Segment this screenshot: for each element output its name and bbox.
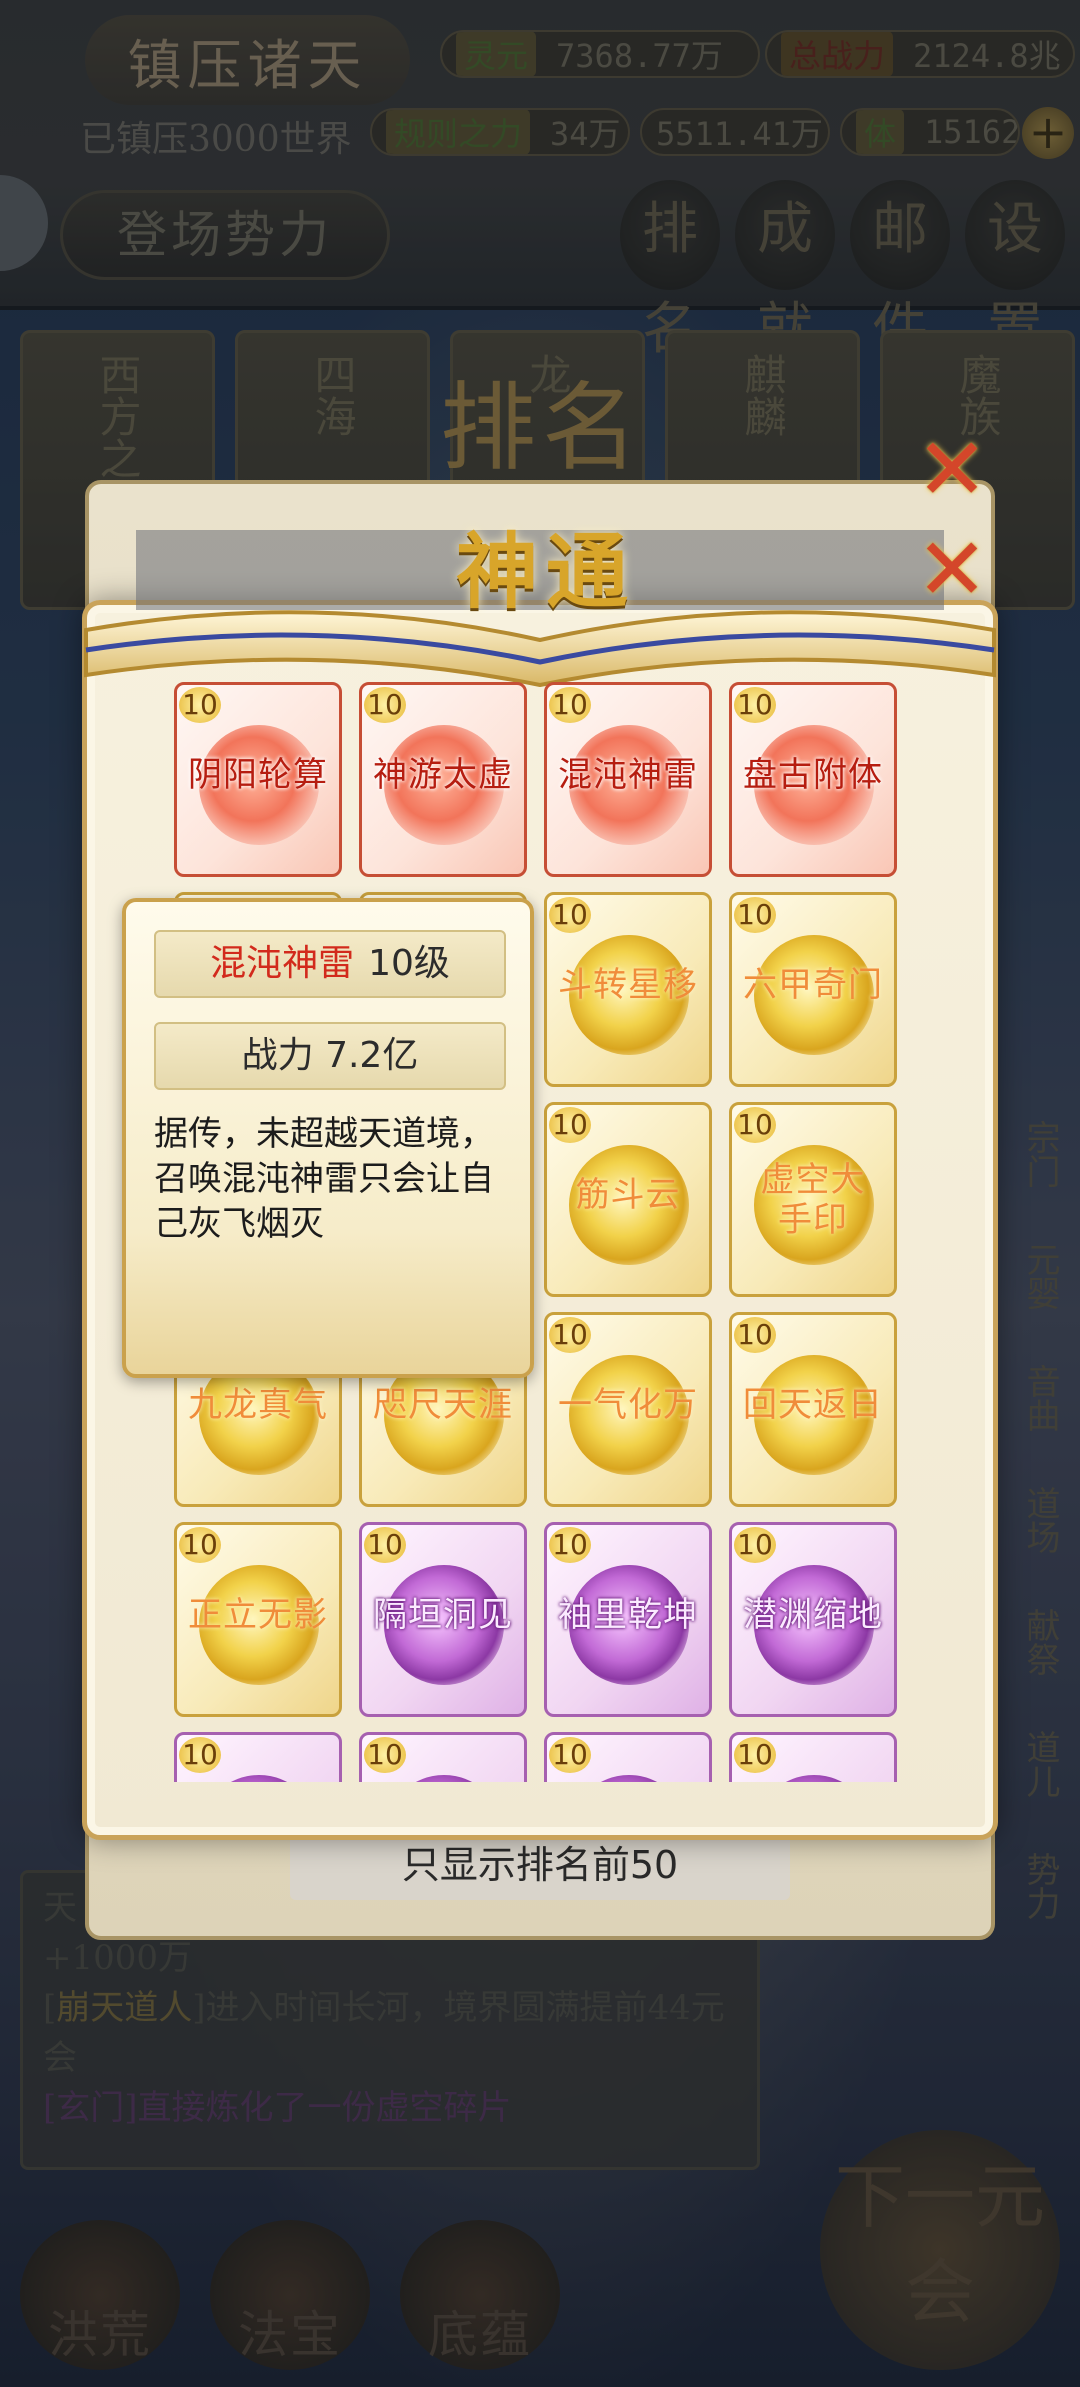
tooltip-header: 混沌神雷 10级 (154, 930, 506, 998)
skill-close-icon[interactable]: ✕ (912, 527, 992, 613)
skill-orb-icon (569, 1775, 689, 1782)
skill-name: 袖里乾坤 (558, 1595, 698, 1635)
skill-level-badge: 10 (549, 687, 591, 723)
skill-name: 神游太虚 (373, 755, 513, 795)
skill-level-badge: 10 (734, 1107, 776, 1143)
skill-name: 六甲奇门 (743, 965, 883, 1005)
tooltip-skill-level: 10级 (368, 943, 450, 984)
skill-level-badge: 10 (179, 687, 221, 723)
skill-card[interactable]: 10 斗转星移 (544, 892, 712, 1087)
skill-card[interactable]: 10 潜渊缩地 (729, 1522, 897, 1717)
skill-name: 一气化万 (558, 1385, 698, 1425)
skill-card[interactable]: 10 虚空大手印 (729, 1102, 897, 1297)
ranking-dialog-title: 排名 (440, 372, 644, 484)
skill-level-badge: 10 (179, 1527, 221, 1563)
skill-level-badge: 10 (549, 1527, 591, 1563)
skill-card[interactable]: 10 筋斗云 (544, 1102, 712, 1297)
skill-card[interactable]: 10 正立无影 (174, 1522, 342, 1717)
skill-level-badge: 10 (549, 897, 591, 933)
skill-level-badge: 10 (734, 687, 776, 723)
skill-name: 斗转星移 (558, 965, 698, 1005)
skill-dialog-title: 神通 (455, 524, 636, 620)
skill-name: 阴阳轮算 (188, 755, 328, 795)
skill-level-badge: 10 (734, 1317, 776, 1353)
skill-name: 潜渊缩地 (743, 1595, 883, 1635)
skill-level-badge: 10 (364, 1527, 406, 1563)
skill-tooltip: 混沌神雷 10级 战力 7.2亿 据传，未超越天道境，召唤混沌神雷只会让自己灰飞烟… (122, 898, 534, 1378)
skill-card[interactable]: 10 隔垣洞见 (359, 1522, 527, 1717)
skill-card[interactable]: 10 阴阳轮算 (174, 682, 342, 877)
skill-level-badge: 10 (734, 1527, 776, 1563)
skill-card[interactable]: 10 盘古附体 (729, 682, 897, 877)
skill-level-badge: 10 (734, 897, 776, 933)
skill-card[interactable]: 10 回天返日 (729, 1312, 897, 1507)
tooltip-skill-name: 混沌神雷 (210, 943, 355, 984)
skill-level-badge: 10 (364, 1737, 406, 1773)
skill-level-badge: 10 (364, 687, 406, 723)
skill-orb-icon (384, 1775, 504, 1782)
skill-card[interactable]: 10 (729, 1732, 897, 1782)
skill-level-badge: 10 (549, 1317, 591, 1353)
skill-card[interactable]: 10 (174, 1732, 342, 1782)
skill-card[interactable]: 10 六甲奇门 (729, 892, 897, 1087)
skill-name: 咫尺天涯 (373, 1385, 513, 1425)
skill-name: 隔垣洞见 (373, 1595, 513, 1635)
skill-name: 混沌神雷 (558, 755, 698, 795)
skill-card[interactable]: 10 (359, 1732, 527, 1782)
skill-level-badge: 10 (734, 1737, 776, 1773)
skill-level-badge: 10 (179, 1737, 221, 1773)
skill-level-badge: 10 (549, 1737, 591, 1773)
skill-card[interactable]: 10 混沌神雷 (544, 682, 712, 877)
skill-name: 筋斗云 (575, 1175, 681, 1215)
ranking-footer-note: 只显示排名前50 (290, 1830, 790, 1900)
skill-name: 正立无影 (188, 1595, 328, 1635)
skill-level-badge: 10 (549, 1107, 591, 1143)
skill-card[interactable]: 10 (544, 1732, 712, 1782)
skill-name: 九龙真气 (188, 1385, 328, 1425)
tooltip-power: 战力 7.2亿 (154, 1022, 506, 1090)
skill-name: 虚空大手印 (760, 1160, 866, 1240)
skill-card[interactable]: 10 神游太虚 (359, 682, 527, 877)
skill-card[interactable]: 10 一气化万 (544, 1312, 712, 1507)
skill-orb-icon (199, 1775, 319, 1782)
tooltip-description: 据传，未超越天道境，召唤混沌神雷只会让自己灰飞烟灭 (154, 1114, 494, 1244)
skill-orb-icon (754, 1775, 874, 1782)
skill-card[interactable]: 10 袖里乾坤 (544, 1522, 712, 1717)
skill-name: 盘古附体 (743, 755, 883, 795)
skill-name: 回天返日 (743, 1385, 883, 1425)
